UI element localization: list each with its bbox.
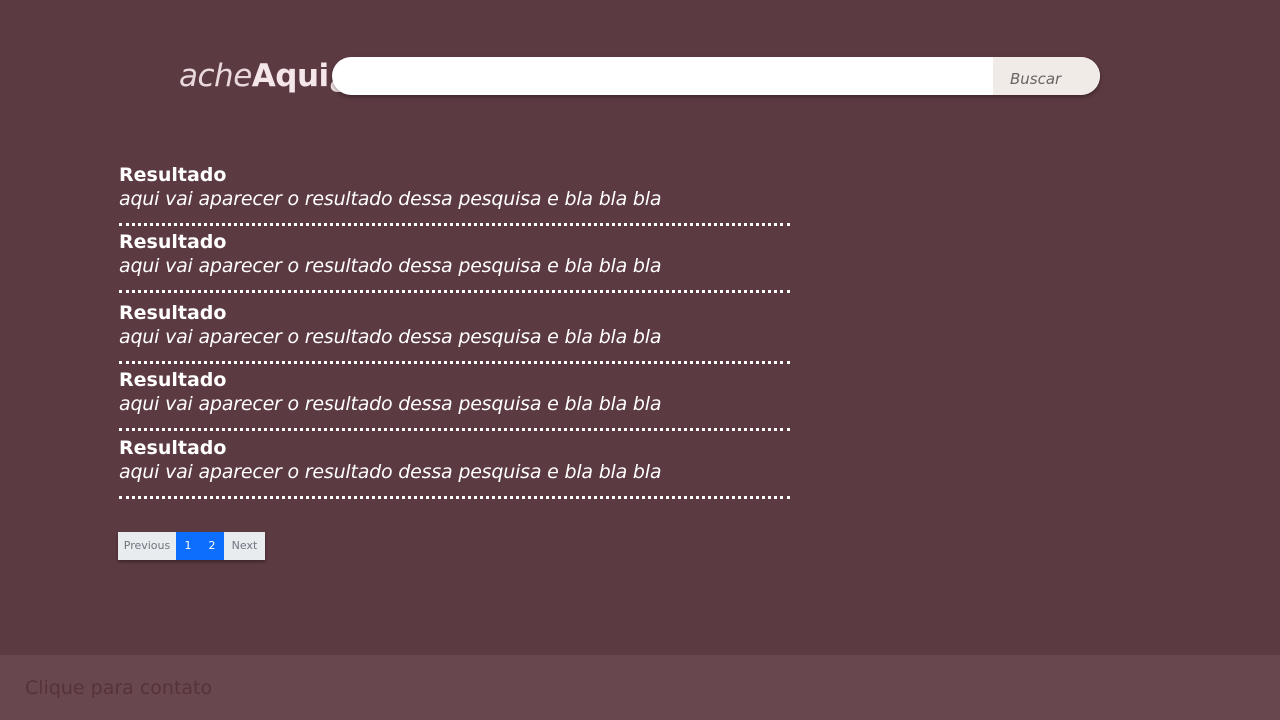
contact-link[interactable]: Clique para contato: [25, 676, 212, 700]
result-description: aqui vai aparecer o resultado dessa pesq…: [119, 255, 662, 277]
pagination-page-1[interactable]: 1: [176, 532, 200, 560]
footer: Clique para contato: [0, 655, 1280, 720]
pagination-previous-button[interactable]: Previous: [118, 532, 176, 560]
result-title[interactable]: Resultado: [119, 301, 791, 325]
result-description: aqui vai aparecer o resultado dessa pesq…: [119, 393, 662, 415]
search-input[interactable]: [332, 57, 992, 95]
logo-text-bold: Aqui: [251, 58, 329, 94]
pagination: Previous 1 2 Next: [118, 532, 265, 560]
pagination-next-button[interactable]: Next: [224, 532, 265, 560]
pagination-page-2[interactable]: 2: [200, 532, 224, 560]
result-description: aqui vai aparecer o resultado dessa pesq…: [119, 326, 662, 348]
search-button[interactable]: Buscar: [993, 57, 1100, 95]
result-description: aqui vai aparecer o resultado dessa pesq…: [119, 188, 662, 210]
result-item[interactable]: Resultado aqui vai aparecer o resultado …: [119, 368, 791, 431]
result-divider: [119, 361, 790, 364]
results-list: Resultado aqui vai aparecer o resultado …: [119, 163, 791, 499]
result-title[interactable]: Resultado: [119, 230, 791, 254]
result-description: aqui vai aparecer o resultado dessa pesq…: [119, 461, 662, 483]
logo-text-light: ache: [179, 58, 252, 94]
search-bar: Buscar: [332, 57, 1100, 95]
site-logo[interactable]: acheAqui¿: [179, 57, 347, 95]
result-title[interactable]: Resultado: [119, 368, 791, 392]
result-title[interactable]: Resultado: [119, 163, 791, 187]
result-divider: [119, 223, 790, 226]
result-divider: [119, 290, 790, 293]
result-item[interactable]: Resultado aqui vai aparecer o resultado …: [119, 436, 791, 499]
result-item[interactable]: Resultado aqui vai aparecer o resultado …: [119, 301, 791, 364]
result-divider: [119, 428, 790, 431]
result-item[interactable]: Resultado aqui vai aparecer o resultado …: [119, 163, 791, 226]
result-divider: [119, 496, 790, 499]
result-item[interactable]: Resultado aqui vai aparecer o resultado …: [119, 230, 791, 293]
result-title[interactable]: Resultado: [119, 436, 791, 460]
header: acheAqui¿ Buscar: [179, 57, 1101, 95]
